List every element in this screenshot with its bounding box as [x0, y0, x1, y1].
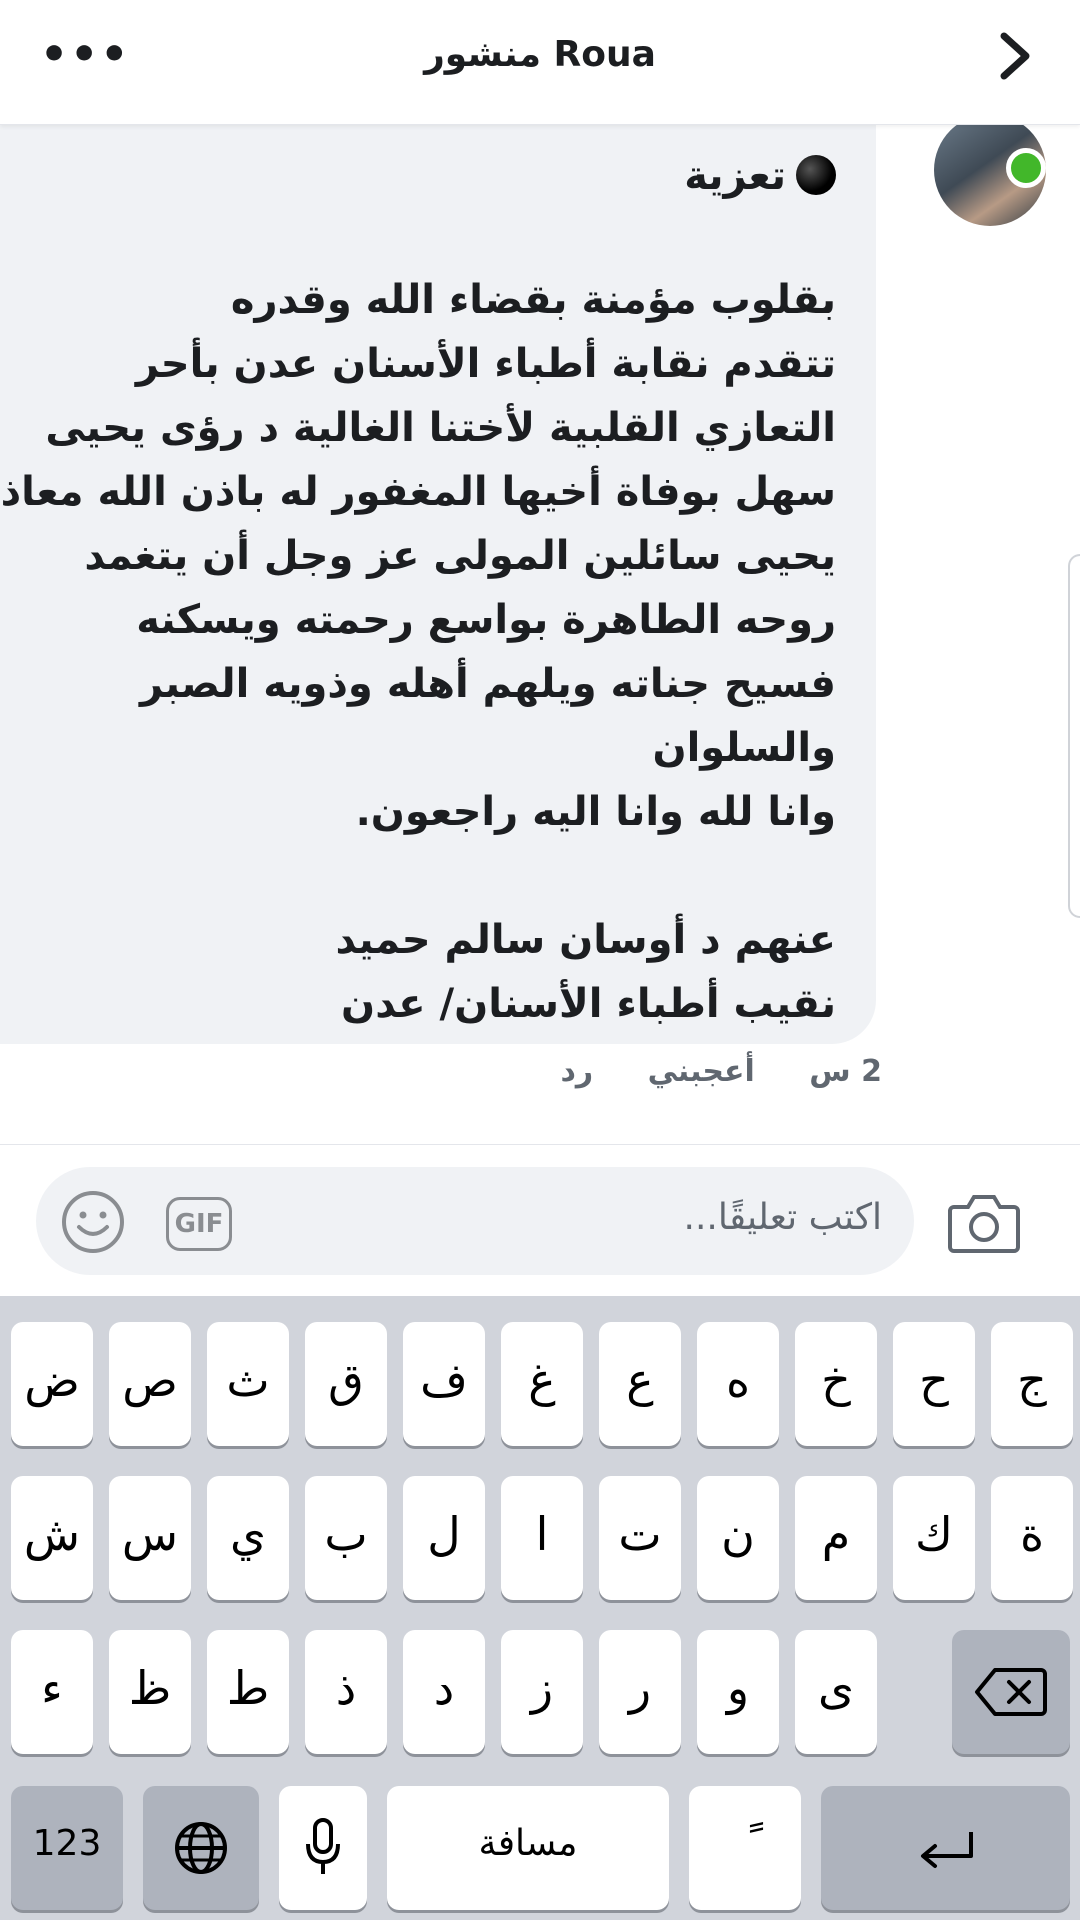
comment-heading: تعزية — [16, 144, 836, 208]
comment-line: وانا لله وانا اليه راجعون. — [355, 789, 836, 835]
online-status-icon — [1006, 148, 1046, 188]
comment-placeholder: اكتب تعليقًا... — [683, 1197, 882, 1238]
numbers-key[interactable]: 123 — [11, 1786, 123, 1910]
arabic-keyboard: ج ح خ ه ع غ ف ق ث ص ض ة ك م ن ت ا ل ب ي … — [0, 1296, 1080, 1920]
key[interactable]: ع — [599, 1322, 681, 1446]
globe-icon[interactable] — [143, 1786, 259, 1910]
key[interactable]: ث — [207, 1322, 289, 1446]
comment-input[interactable]: اكتب تعليقًا... GIF — [36, 1167, 914, 1275]
microphone-icon[interactable] — [279, 1786, 367, 1910]
key[interactable]: ه — [697, 1322, 779, 1446]
key[interactable]: ج — [991, 1322, 1073, 1446]
comment-composer: اكتب تعليقًا... GIF — [0, 1144, 1080, 1297]
camera-icon[interactable] — [946, 1187, 1022, 1257]
comment-signature: نقيب أطباء الأسنان/ عدن — [341, 981, 836, 1027]
key[interactable]: ص — [109, 1322, 191, 1446]
page-title: منشور Roua — [424, 34, 656, 75]
key[interactable]: د — [403, 1630, 485, 1754]
key[interactable]: م — [795, 1476, 877, 1600]
reply-button[interactable]: رد — [560, 1054, 593, 1089]
key[interactable]: س — [109, 1476, 191, 1600]
scroll-handle[interactable] — [1068, 554, 1080, 918]
comment-time: 2 س — [809, 1054, 882, 1089]
key[interactable]: ت — [599, 1476, 681, 1600]
comment-line: فسيح جناته ويلهم أهله وذويه الصبر — [139, 661, 836, 707]
key[interactable]: غ — [501, 1322, 583, 1446]
comment-signature: عنهم د أوسان سالم حميد — [335, 917, 836, 963]
post-header: ••• منشور Roua — [0, 0, 1080, 125]
key[interactable]: ا — [501, 1476, 583, 1600]
comment-bubble[interactable]: تعزية بقلوب مؤمنة بقضاء الله وقدره تتقدم… — [0, 124, 876, 1044]
comment-line: يحيى سائلين المولى عز وجل أن يتغمد — [84, 533, 836, 579]
key[interactable]: ق — [305, 1322, 387, 1446]
like-button[interactable]: أعجبني — [648, 1054, 755, 1089]
comment-line: تتقدم نقابة أطباء الأسنان عدن بأحر — [135, 341, 836, 387]
key[interactable]: ف — [403, 1322, 485, 1446]
key[interactable]: ء — [11, 1630, 93, 1754]
space-key[interactable]: مسافة — [387, 1786, 669, 1910]
comment-line: التعازي القلبية لأختنا الغالية د رؤى يحي… — [45, 405, 836, 451]
key[interactable]: ي — [207, 1476, 289, 1600]
key[interactable]: ك — [893, 1476, 975, 1600]
key[interactable]: خ — [795, 1322, 877, 1446]
key[interactable]: ط — [207, 1630, 289, 1754]
comment-line: والسلوان — [652, 725, 836, 771]
key[interactable]: ل — [403, 1476, 485, 1600]
chevron-right-icon[interactable] — [990, 26, 1040, 86]
gif-button[interactable]: GIF — [166, 1197, 232, 1251]
key[interactable]: ة — [991, 1476, 1073, 1600]
key[interactable]: ن — [697, 1476, 779, 1600]
comment-line: بقلوب مؤمنة بقضاء الله وقدره — [230, 277, 836, 323]
comment-meta: 2 س أعجبني رد — [516, 1054, 882, 1089]
comment-line: روحه الطاهرة بواسع رحمته ويسكنه — [136, 597, 836, 643]
key[interactable]: و — [697, 1630, 779, 1754]
comment-text: تعزية بقلوب مؤمنة بقضاء الله وقدره تتقدم… — [0, 144, 836, 1036]
smiley-icon[interactable] — [60, 1189, 126, 1255]
key[interactable]: ر — [599, 1630, 681, 1754]
return-icon[interactable] — [821, 1786, 1070, 1910]
diacritic-key[interactable]: ً — [689, 1786, 801, 1910]
key[interactable]: ز — [501, 1630, 583, 1754]
black-circle-icon — [796, 155, 836, 195]
comment-line: سهل بوفاة أخيها المغفور له باذن الله معا… — [0, 469, 836, 515]
key[interactable]: ذ — [305, 1630, 387, 1754]
backspace-key[interactable] — [952, 1630, 1070, 1754]
key[interactable]: ض — [11, 1322, 93, 1446]
key[interactable]: ظ — [109, 1630, 191, 1754]
key[interactable]: ح — [893, 1322, 975, 1446]
comment-thread: تعزية بقلوب مؤمنة بقضاء الله وقدره تتقدم… — [0, 124, 1080, 1144]
key[interactable]: ش — [11, 1476, 93, 1600]
key[interactable]: ى — [795, 1630, 877, 1754]
key[interactable]: ب — [305, 1476, 387, 1600]
